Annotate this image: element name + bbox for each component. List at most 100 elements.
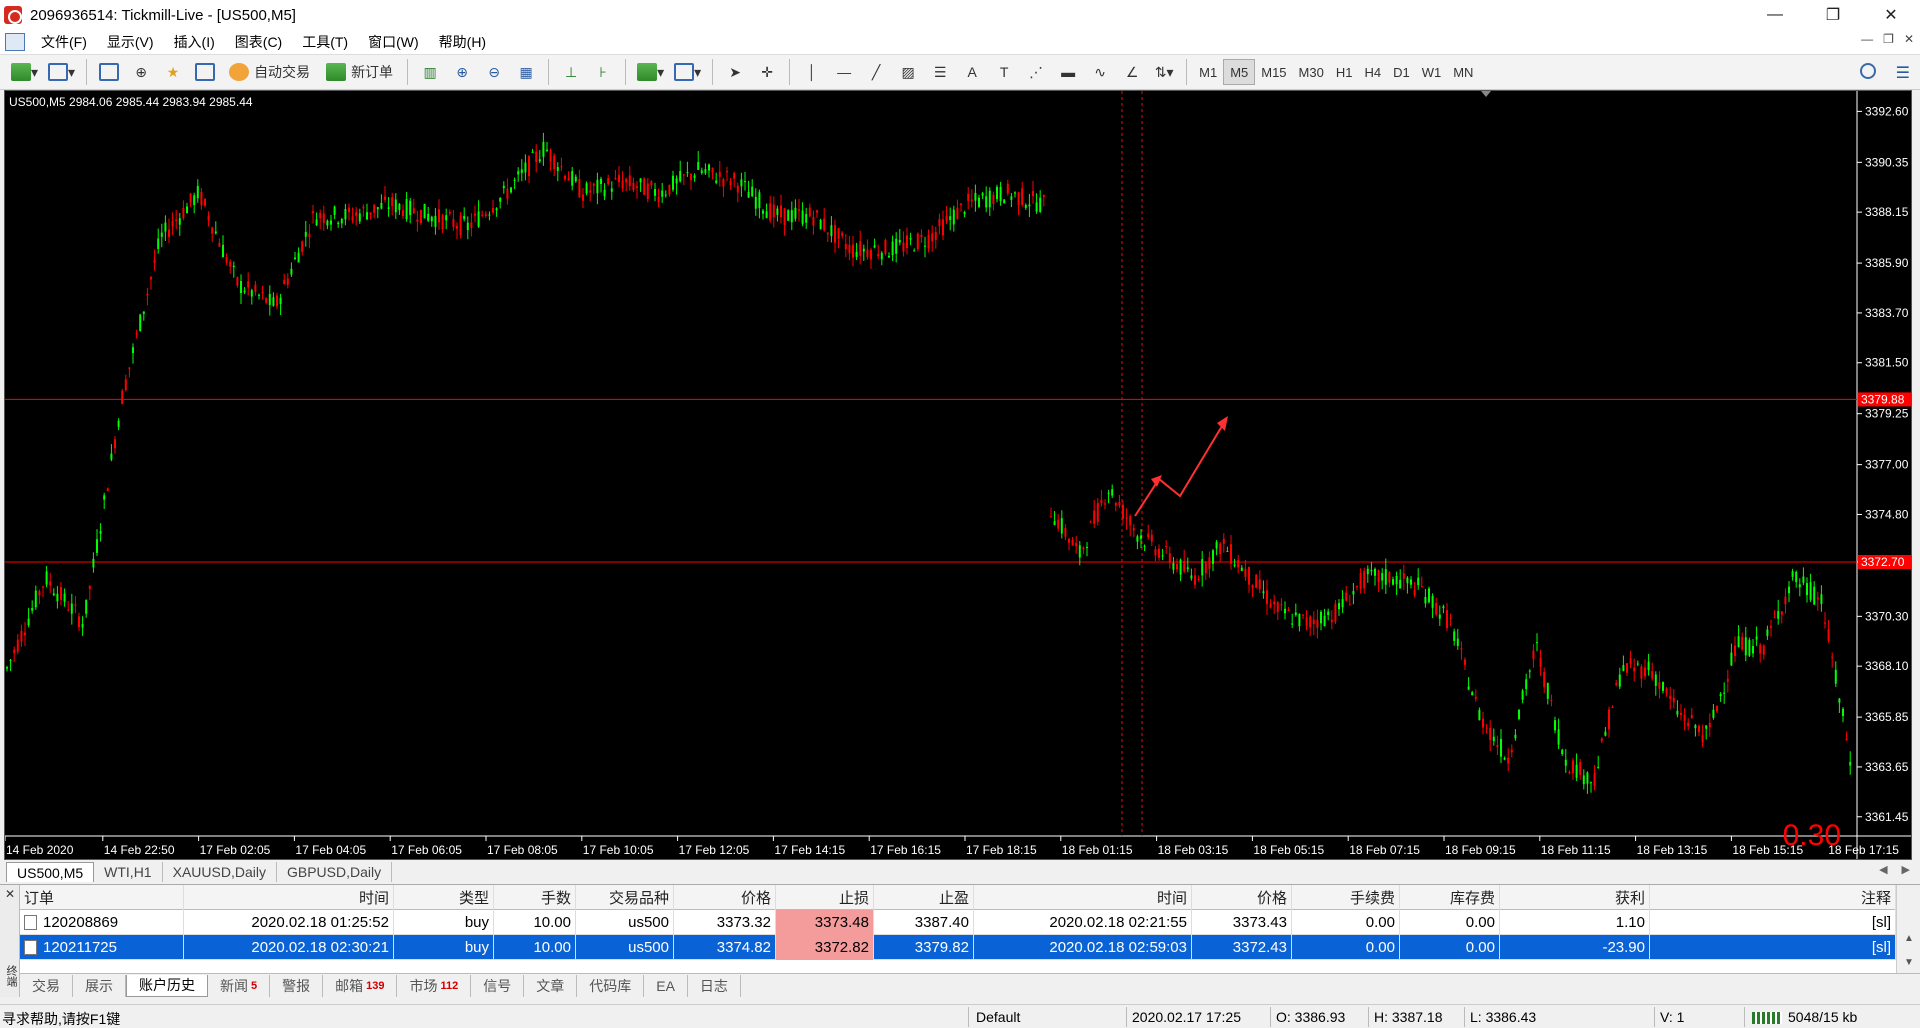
cursor-tool-button[interactable]: ➤ [721, 58, 749, 86]
menu-view[interactable]: 显示(V) [97, 32, 164, 52]
rectangle-button[interactable]: ▬ [1054, 58, 1082, 86]
new-chart-button[interactable]: ▾ [8, 58, 41, 86]
timeframe-m5[interactable]: M5 [1223, 59, 1256, 85]
terminal-tab[interactable]: 展示 [73, 974, 126, 997]
column-header-swap[interactable]: 库存费 [1400, 884, 1500, 910]
column-header-open-time[interactable]: 时间 [184, 884, 394, 910]
auto-trading-button[interactable]: 自动交易 [223, 58, 316, 86]
minimize-button[interactable]: — [1746, 0, 1804, 30]
terminal-tab[interactable]: 新闻 5 [208, 974, 271, 997]
timeframe-w1[interactable]: W1 [1416, 59, 1448, 85]
timeframe-h4[interactable]: H4 [1358, 59, 1387, 85]
search-icon[interactable] [1860, 63, 1876, 79]
terminal-tab[interactable]: 账户历史 [126, 974, 208, 997]
cell-stop-loss: 3372.82 [776, 934, 874, 960]
zoom-out-button[interactable]: ⊖ [480, 58, 508, 86]
scroll-down-icon[interactable]: ▼ [1904, 957, 1914, 968]
fibonacci-button[interactable]: ☰ [926, 58, 954, 86]
elliott-wave-button[interactable]: ∿ [1086, 58, 1114, 86]
menu-insert[interactable]: 插入(I) [164, 32, 225, 52]
text-label-button[interactable]: T [990, 58, 1018, 86]
autoscroll-button[interactable]: ⊦ [589, 58, 617, 86]
column-header-open-price[interactable]: 价格 [674, 884, 776, 910]
chart-tab-xauusd[interactable]: XAUUSD,Daily [163, 862, 277, 882]
menu-charts[interactable]: 图表(C) [225, 32, 292, 52]
terminal-tab[interactable]: 警报 [270, 974, 324, 997]
column-header-close-price[interactable]: 价格 [1192, 884, 1292, 910]
terminal-tab[interactable]: 交易 [20, 974, 73, 997]
column-header-stop-loss[interactable]: 止损 [776, 884, 874, 910]
timeframe-m15[interactable]: M15 [1255, 59, 1292, 85]
bar-chart-button[interactable]: ▥ [416, 58, 444, 86]
profiles-button[interactable]: ▾ [45, 58, 78, 86]
templates-button[interactable]: ▾ [671, 58, 704, 86]
terminal-tab[interactable]: 邮箱 139 [323, 974, 398, 997]
chart-tab-wti[interactable]: WTI,H1 [94, 862, 163, 882]
column-header-comment[interactable]: 注释 [1650, 884, 1896, 910]
chart-shift-button[interactable]: ⊥ [557, 58, 585, 86]
mdi-minimize-icon[interactable]: — [1861, 32, 1873, 46]
favorites-button[interactable]: ★ [159, 58, 187, 86]
crosshair-tool-button[interactable]: ✛ [753, 58, 781, 86]
gann-button[interactable]: ∠ [1118, 58, 1146, 86]
table-row[interactable]: 120211725 2020.02.18 02:30:21 buy 10.00 us50… [20, 934, 1896, 960]
chart-tab-gbpusd[interactable]: GBPUSD,Daily [277, 862, 393, 882]
terminal-button[interactable] [191, 58, 219, 86]
column-header-take-profit[interactable]: 止盈 [874, 884, 974, 910]
terminal-tab[interactable]: 日志 [688, 974, 741, 997]
timeframe-m1[interactable]: M1 [1193, 59, 1223, 85]
horizontal-line-button[interactable]: — [830, 58, 858, 86]
column-header-close-time[interactable]: 时间 [974, 884, 1192, 910]
fibo-fan-button[interactable]: ⋰ [1022, 58, 1050, 86]
candle-body [999, 186, 1002, 202]
menu-help[interactable]: 帮助(H) [429, 32, 496, 52]
scroll-right-icon[interactable]: ▶ [1902, 863, 1910, 876]
arrows-button[interactable]: ⇅ ▾ [1150, 58, 1178, 86]
timeframe-mn[interactable]: MN [1447, 59, 1479, 85]
channel-button[interactable]: ▨ [894, 58, 922, 86]
column-header-commission[interactable]: 手续费 [1292, 884, 1400, 910]
terminal-tab[interactable]: EA [644, 974, 688, 997]
tile-windows-button[interactable]: ▦ [512, 58, 540, 86]
timeframe-m30[interactable]: M30 [1293, 59, 1330, 85]
mdi-close-icon[interactable]: ✕ [1904, 32, 1914, 46]
terminal-tab[interactable]: 信号 [471, 974, 525, 997]
navigator-button[interactable]: ⊕ [127, 58, 155, 86]
text-tool-button[interactable]: A [958, 58, 986, 86]
trendline-button[interactable]: ╱ [862, 58, 890, 86]
candle-body [1186, 567, 1189, 570]
market-watch-button[interactable] [95, 58, 123, 86]
chart-window-icon[interactable] [5, 33, 25, 51]
terminal-tab[interactable]: 市场 112 [397, 974, 472, 997]
status-datetime: 2020.02.17 17:25 [1132, 1009, 1241, 1025]
vertical-line-button[interactable]: │ [798, 58, 826, 86]
new-order-button[interactable]: 新订单 [320, 58, 399, 86]
zoom-in-button[interactable]: ⊕ [448, 58, 476, 86]
price-chart[interactable]: 3392.60 3390.35 3388.15 3385.90 3383.70 3381.… [4, 90, 1912, 860]
column-header-profit[interactable]: 获利 [1500, 884, 1650, 910]
scroll-up-icon[interactable]: ▲ [1904, 933, 1914, 944]
column-header-type[interactable]: 类型 [394, 884, 494, 910]
menu-icon[interactable]: ☰ [1896, 63, 1910, 83]
terminal-tab[interactable]: 文章 [524, 974, 578, 997]
menu-file[interactable]: 文件(F) [31, 32, 97, 52]
menu-window[interactable]: 窗口(W) [358, 32, 429, 52]
candle-body [970, 199, 973, 202]
timeframe-h1[interactable]: H1 [1330, 59, 1359, 85]
chart-tab-us500[interactable]: US500,M5 [6, 862, 95, 882]
indicators-button[interactable]: ▾ [634, 58, 667, 86]
restore-button[interactable]: ❐ [1804, 0, 1862, 30]
column-header-symbol[interactable]: 交易品种 [576, 884, 674, 910]
candle-body [434, 216, 437, 227]
terminal-close-icon[interactable]: ✕ [5, 887, 15, 901]
column-header-lots[interactable]: 手数 [494, 884, 576, 910]
timeframe-d1[interactable]: D1 [1387, 59, 1416, 85]
scroll-left-icon[interactable]: ◀ [1879, 863, 1887, 876]
table-row[interactable]: 120208869 2020.02.18 01:25:52 buy 10.00 us50… [20, 909, 1896, 935]
close-button[interactable]: ✕ [1862, 0, 1920, 30]
mdi-restore-icon[interactable]: ❐ [1883, 32, 1894, 46]
menu-tools[interactable]: 工具(T) [292, 32, 358, 52]
column-header-order[interactable]: 订单 [20, 884, 184, 910]
terminal-tab[interactable]: 代码库 [577, 974, 645, 997]
terminal-scrollbar[interactable]: ▲ ▼ [1896, 885, 1920, 973]
